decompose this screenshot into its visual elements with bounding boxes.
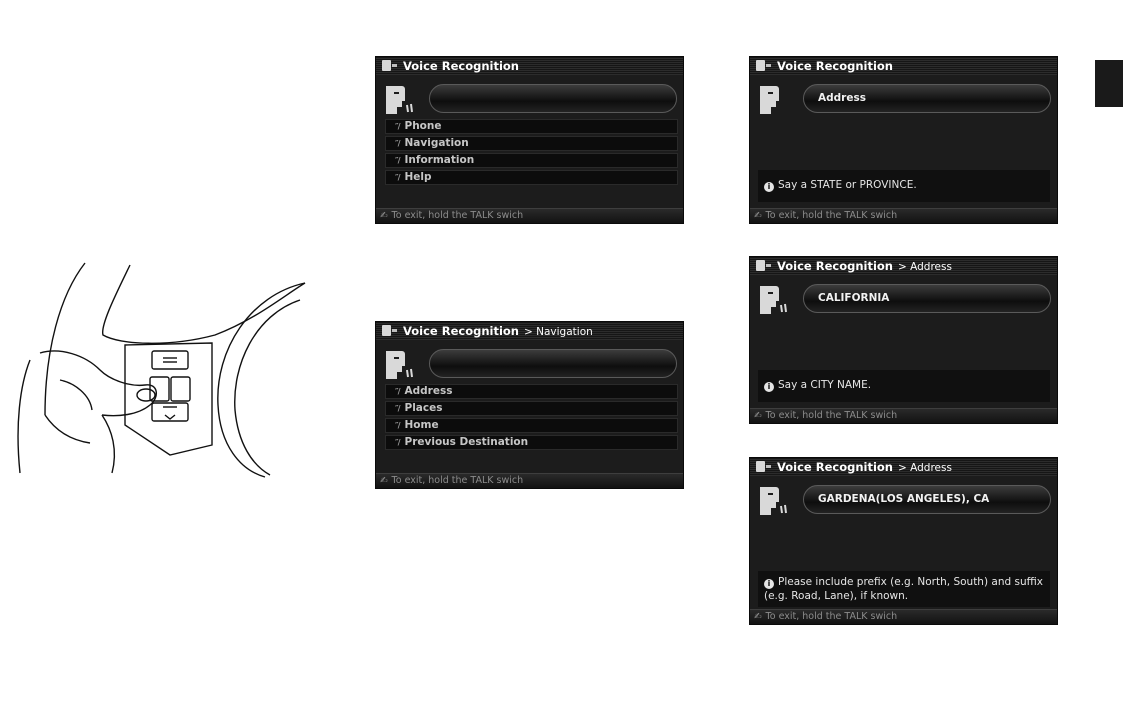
info-circle-icon: i	[764, 182, 774, 192]
screen-footer: ✍ To exit, hold the TALK swich	[376, 208, 683, 223]
talk-switch-icon: ✍	[754, 612, 762, 622]
voice-recognition-icon	[756, 461, 771, 472]
voice-command-address[interactable]: ″/Address	[385, 384, 678, 399]
speaking-head-icon	[760, 86, 779, 114]
voice-input-field: GARDENA(LOS ANGELES), CA	[803, 485, 1051, 514]
screen-title: Voice Recognition	[777, 59, 893, 73]
screen-footer: ✍ To exit, hold the TALK swich	[376, 473, 683, 488]
screen-footer: ✍ To exit, hold the TALK swich	[750, 208, 1057, 223]
voice-recognition-icon	[382, 60, 397, 71]
info-message: i Say a CITY NAME.	[758, 370, 1050, 402]
voice-input-field	[429, 349, 677, 378]
voice-command-list: ″/Address ″/Places ″/Home ″/Previous Des…	[385, 384, 678, 452]
screen-title: Voice Recognition	[777, 259, 893, 273]
screen-footer: ✍ To exit, hold the TALK swich	[750, 408, 1057, 423]
voice-screen-address-city: Voice Recognition > Address CALIFORNIA iS…	[749, 256, 1058, 424]
microphone-waves-icon: ″/	[395, 438, 400, 447]
steering-switch-illustration	[17, 262, 306, 478]
talk-switch-icon: ✍	[380, 211, 388, 221]
info-circle-icon: i	[764, 579, 774, 589]
screen-title-bar: Voice Recognition > Address	[750, 458, 1057, 476]
voice-recognition-icon	[756, 60, 771, 71]
microphone-waves-icon: ″/	[395, 421, 400, 430]
voice-command-home[interactable]: ″/Home	[385, 418, 678, 433]
talk-switch-icon: ✍	[380, 476, 388, 486]
microphone-waves-icon: ″/	[395, 156, 400, 165]
speaking-head-icon	[760, 487, 787, 515]
info-message: i Say a STATE or PROVINCE.	[758, 170, 1050, 202]
voice-screen-navigation-menu: Voice Recognition > Navigation ″/Address …	[375, 321, 684, 489]
screen-title: Voice Recognition	[403, 59, 519, 73]
voice-command-list: ″/Phone ″/Navigation ″/Information ″/Hel…	[385, 119, 678, 187]
voice-command-information[interactable]: ″/Information	[385, 153, 678, 168]
talk-switch-icon: ✍	[754, 411, 762, 421]
microphone-waves-icon: ″/	[395, 122, 400, 131]
voice-screen-main-menu: Voice Recognition ″/Phone ″/Navigation ″…	[375, 56, 684, 224]
screen-title-bar: Voice Recognition	[750, 57, 1057, 75]
voice-command-help[interactable]: ″/Help	[385, 170, 678, 185]
chapter-tab	[1095, 60, 1123, 107]
voice-recognition-icon	[756, 260, 771, 271]
voice-input-field	[429, 84, 677, 113]
info-message: i Please include prefix (e.g. North, Sout…	[758, 571, 1050, 607]
breadcrumb: > Address	[898, 261, 952, 273]
voice-screen-address-state: Voice Recognition Address i Say a STATE o…	[749, 56, 1058, 224]
screen-title-bar: Voice Recognition	[376, 57, 683, 75]
voice-input-field: Address	[803, 84, 1051, 113]
voice-input-field: CALIFORNIA	[803, 284, 1051, 313]
talk-switch-icon: ✍	[754, 211, 762, 221]
screen-footer: ✍ To exit, hold the TALK swich	[750, 609, 1057, 624]
microphone-waves-icon: ″/	[395, 173, 400, 182]
screen-title-bar: Voice Recognition > Address	[750, 257, 1057, 275]
microphone-waves-icon: ″/	[395, 139, 400, 148]
voice-recognition-icon	[382, 325, 397, 336]
speaking-head-icon	[386, 86, 413, 114]
screen-title: Voice Recognition	[403, 324, 519, 338]
breadcrumb: > Address	[898, 462, 952, 474]
voice-command-places[interactable]: ″/Places	[385, 401, 678, 416]
speaking-head-icon	[760, 286, 787, 314]
screen-title-bar: Voice Recognition > Navigation	[376, 322, 683, 340]
voice-command-navigation[interactable]: ″/Navigation	[385, 136, 678, 151]
microphone-waves-icon: ″/	[395, 387, 400, 396]
voice-command-previous-destination[interactable]: ″/Previous Destination	[385, 435, 678, 450]
speaking-head-icon	[386, 351, 413, 379]
microphone-waves-icon: ″/	[395, 404, 400, 413]
screen-title: Voice Recognition	[777, 460, 893, 474]
info-circle-icon: i	[764, 382, 774, 392]
breadcrumb: > Navigation	[524, 326, 593, 338]
voice-screen-address-street: Voice Recognition > Address GARDENA(LOS A…	[749, 457, 1058, 625]
voice-command-phone[interactable]: ″/Phone	[385, 119, 678, 134]
